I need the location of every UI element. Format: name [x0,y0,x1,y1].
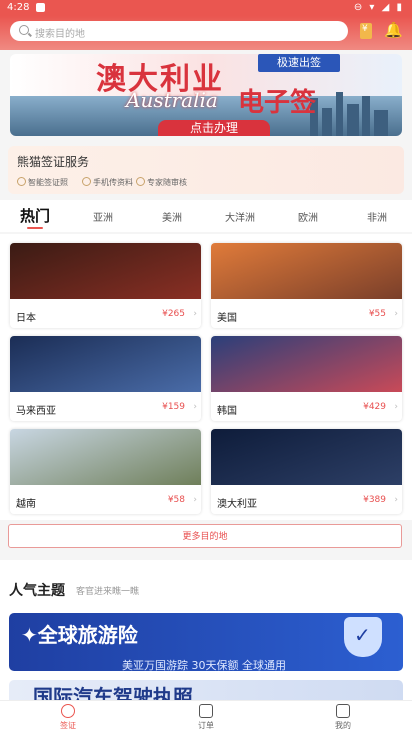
section-title: 人气主题 [9,583,65,599]
status-bar: 4:28 ⊖ ▾ ◢ ▮ [0,0,412,16]
insurance-subtitle: 美亚万国游踪 30天保额 全球通用 [122,659,286,671]
status-time: 4:28 [7,2,30,13]
header: 搜索目的地 🔔 [0,16,412,50]
nav-visa[interactable]: 签证 [38,704,98,731]
check-icon [17,177,26,186]
destination-name: 韩国 [217,406,237,417]
destination-image [211,429,402,485]
section-subtitle: 客官进来瞧一瞧 [76,587,140,597]
tab-europe[interactable]: 欧洲 [298,209,318,224]
destination-image [10,336,201,392]
service-title: 熊猫签证服务 [17,155,90,169]
destination-price: ¥265 [162,309,185,319]
tab-africa[interactable]: 非洲 [367,209,387,224]
tab-hot[interactable]: 热门 [20,205,50,226]
orders-icon [199,704,213,718]
bell-icon[interactable]: 🔔 [384,21,403,39]
destination-card[interactable]: 马来西亚 ¥159 › [10,336,201,421]
visa-icon [61,704,75,718]
search-icon [19,25,29,35]
destination-price: ¥58 [167,495,185,505]
destination-price: ¥55 [368,309,386,319]
destination-name: 美国 [217,313,237,324]
destination-grid: 日本 ¥265 › 美国 ¥55 › 马来西亚 ¥159 › 韩国 ¥429 ›… [0,234,412,520]
destination-card[interactable]: 越南 ¥58 › [10,429,201,514]
region-tabs: 热门 亚洲 美洲 大洋洲 欧洲 非洲 [0,200,412,232]
service-feature: 专家随审核 [136,177,187,188]
destination-price: ¥159 [162,402,185,412]
popular-section: 人气主题 客官进来瞧一瞧 ✦全球旅游险 美亚万国游踪 30天保额 全球通用 国际… [0,560,412,702]
destination-card[interactable]: 美国 ¥55 › [211,243,402,328]
service-feature: 手机传资料 [82,177,133,188]
destination-image [211,243,402,299]
shield-icon [344,617,382,657]
chevron-right-icon: › [193,495,197,505]
chevron-right-icon: › [394,309,398,319]
insurance-title: ✦全球旅游险 [21,623,138,647]
tab-oceania[interactable]: 大洋洲 [225,209,255,224]
bottom-nav: 签证 订单 我的 [0,700,412,735]
destination-name: 越南 [16,499,36,510]
service-feature: 智能签证照 [17,177,68,188]
more-destinations-button[interactable]: 更多目的地 [8,524,402,548]
destination-image [10,429,201,485]
driving-license-title: 国际汽车驾驶执照 [33,685,193,702]
check-icon [82,177,91,186]
destination-name: 马来西亚 [16,406,56,417]
banner-cta-button[interactable]: 点击办理 [158,120,270,136]
insurance-banner[interactable]: ✦全球旅游险 美亚万国游踪 30天保额 全球通用 [9,613,403,671]
driving-license-banner[interactable]: 国际汽车驾驶执照 [9,680,403,702]
destination-name: 日本 [16,313,36,324]
nav-profile[interactable]: 我的 [313,704,373,731]
system-status-icons: ⊖ ▾ ◢ ▮ [353,2,404,13]
search-input[interactable]: 搜索目的地 [35,25,85,40]
chevron-right-icon: › [394,495,398,505]
promo-banner[interactable]: 澳大利业 极速出签 Australia 电子签 点击办理 [10,54,402,136]
banner-script: Australia [126,88,218,112]
destination-image [211,336,402,392]
tab-america[interactable]: 美洲 [162,209,182,224]
chevron-right-icon: › [394,402,398,412]
service-card[interactable]: 熊猫签证服务 智能签证照 手机传资料 专家随审核 [8,146,404,194]
destination-card[interactable]: 澳大利亚 ¥389 › [211,429,402,514]
notification-icon [36,3,45,12]
destination-price: ¥429 [363,402,386,412]
destination-name: 澳大利亚 [217,499,257,510]
coupon-icon[interactable] [360,23,372,39]
destination-image [10,243,201,299]
destination-card[interactable]: 韩国 ¥429 › [211,336,402,421]
profile-icon [336,704,350,718]
banner-badge: 极速出签 [258,54,340,72]
tab-asia[interactable]: 亚洲 [93,209,113,224]
destination-price: ¥389 [363,495,386,505]
check-icon [136,177,145,186]
destination-card[interactable]: 日本 ¥265 › [10,243,201,328]
chevron-right-icon: › [193,402,197,412]
banner-subtitle: 电子签 [238,88,317,118]
search-bar[interactable]: 搜索目的地 [10,21,348,41]
tab-indicator [27,227,43,229]
nav-orders[interactable]: 订单 [176,704,236,731]
chevron-right-icon: › [193,309,197,319]
